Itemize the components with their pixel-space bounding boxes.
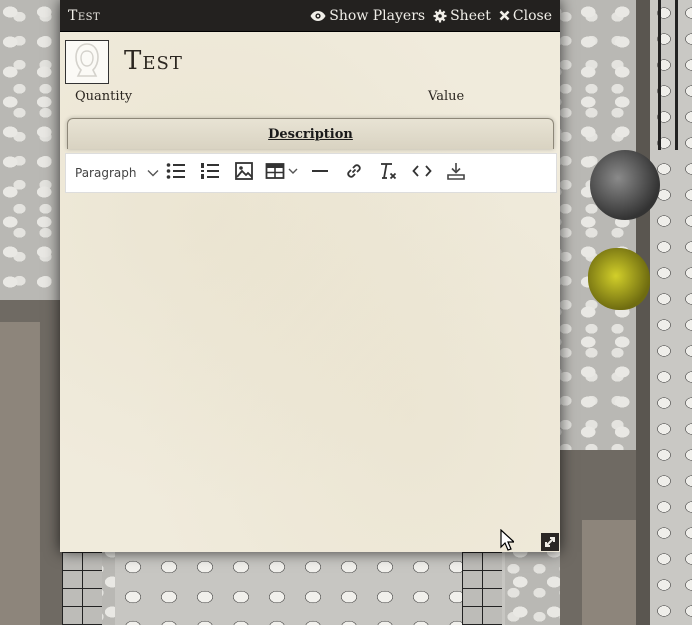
item-image[interactable] bbox=[65, 40, 109, 84]
close-icon bbox=[499, 10, 510, 21]
bulleted-list-icon bbox=[166, 162, 186, 184]
chevron-down-icon bbox=[147, 166, 159, 180]
ladder bbox=[658, 0, 678, 150]
gear-icon bbox=[433, 9, 447, 23]
insert-table-button[interactable] bbox=[261, 158, 303, 188]
stone-pillar-left bbox=[62, 552, 102, 625]
tab-description[interactable]: Description bbox=[268, 127, 353, 142]
horizontal-line-button[interactable] bbox=[303, 158, 337, 188]
sheet-config-button[interactable]: Sheet bbox=[433, 8, 491, 24]
save-button[interactable] bbox=[439, 158, 473, 188]
source-code-icon bbox=[412, 162, 432, 184]
clear-formatting-button[interactable] bbox=[371, 158, 405, 188]
skull-token[interactable] bbox=[590, 150, 660, 220]
image-icon bbox=[234, 161, 254, 185]
description-editor[interactable] bbox=[65, 192, 555, 532]
mouse-pointer-icon bbox=[500, 528, 516, 555]
quantity-label: Quantity bbox=[75, 89, 133, 104]
numbered-list-button[interactable] bbox=[193, 158, 227, 188]
wall-right-inner bbox=[582, 520, 637, 625]
link-button[interactable] bbox=[337, 158, 371, 188]
clear-formatting-icon bbox=[378, 161, 398, 185]
link-icon bbox=[344, 161, 364, 185]
close-label: Close bbox=[512, 7, 552, 24]
window-resize-handle[interactable] bbox=[541, 533, 559, 551]
sheet-tabs: Description bbox=[67, 118, 554, 149]
floor-south bbox=[115, 552, 505, 625]
item-fields: Quantity Value bbox=[60, 87, 560, 117]
bulleted-list-button[interactable] bbox=[159, 158, 193, 188]
item-name[interactable]: Test bbox=[124, 46, 183, 76]
block-format-dropdown[interactable]: Paragraph bbox=[75, 166, 159, 180]
block-format-value: Paragraph bbox=[75, 166, 137, 180]
sheet-label: Sheet bbox=[450, 7, 491, 24]
numbered-list-icon bbox=[200, 162, 220, 184]
show-players-label: Show Players bbox=[329, 7, 426, 24]
sheet-header: Test bbox=[60, 32, 560, 87]
eye-icon bbox=[310, 10, 326, 22]
window-controls: Show Players Sheet Close bbox=[310, 8, 552, 24]
window-title: Test bbox=[68, 7, 101, 24]
resize-icon bbox=[544, 533, 556, 552]
stone-pillar-right bbox=[462, 552, 502, 625]
value-label: Value bbox=[428, 89, 465, 104]
editor-toolbar: Paragraph bbox=[65, 153, 557, 193]
horizontal-line-icon bbox=[311, 162, 329, 184]
show-players-button[interactable]: Show Players bbox=[310, 8, 425, 24]
insert-image-button[interactable] bbox=[227, 158, 261, 188]
table-icon bbox=[265, 162, 299, 184]
hooded-figure-icon bbox=[71, 42, 103, 82]
save-icon bbox=[446, 161, 466, 185]
frog-token[interactable] bbox=[588, 248, 650, 310]
close-button[interactable]: Close bbox=[499, 8, 552, 24]
wall-left-inner bbox=[0, 322, 40, 625]
window-titlebar[interactable]: Test Show Players Sheet Close bbox=[60, 0, 560, 32]
source-code-button[interactable] bbox=[405, 158, 439, 188]
item-sheet-window: Test Show Players Sheet Close Test Quant… bbox=[60, 0, 560, 552]
